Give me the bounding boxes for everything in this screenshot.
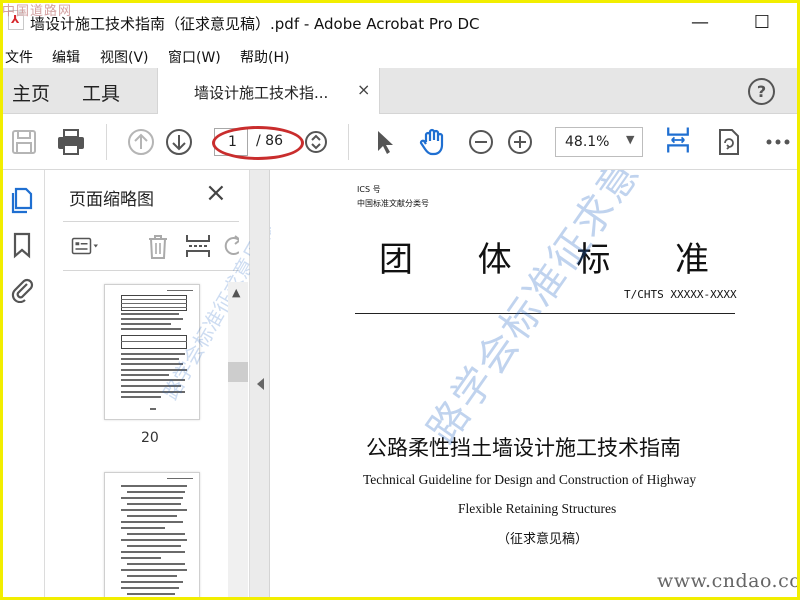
page-total: / 86 (256, 133, 283, 149)
heading-char: 团 (379, 240, 413, 280)
heading-char: 准 (674, 240, 709, 280)
draft-label: （征求意见稿） (497, 532, 589, 547)
collapse-panel-icon[interactable] (257, 378, 264, 390)
document-title-cn: 公路柔性挡土墙设计施工技术指南 (366, 436, 681, 460)
page-number-input[interactable] (214, 128, 248, 156)
minimize-button[interactable]: — (685, 8, 715, 38)
page-navigation-icon[interactable] (300, 126, 332, 158)
fit-width-icon[interactable] (662, 124, 694, 160)
scroll-up-icon[interactable]: ▲ (232, 286, 240, 299)
tab-tools[interactable]: 工具 (82, 79, 120, 106)
document-watermark: 路学会标准征求意见稿 (419, 170, 698, 453)
delete-icon[interactable] (143, 231, 173, 261)
tab-document[interactable]: 墙设计施工技术指... × (157, 68, 380, 114)
window-title: 墙设计施工技术指南（征求意见稿）.pdf - Adobe Acrobat Pro… (30, 15, 480, 33)
attachment-icon[interactable] (8, 275, 36, 303)
page-thumbnail[interactable] (104, 472, 200, 600)
save-icon[interactable] (8, 126, 40, 158)
menu-file[interactable]: 文件 (5, 47, 33, 67)
rotate-icon[interactable] (712, 126, 744, 158)
standard-code: T/CHTS XXXXX-XXXX (624, 288, 737, 301)
tab-home[interactable]: 主页 (12, 79, 50, 106)
tab-close-button[interactable]: × (357, 80, 370, 99)
document-title-en-line2: Flexible Retaining Structures (458, 501, 617, 516)
toolbar: / 86 48.1% ▼ (0, 114, 800, 170)
panel-splitter[interactable] (250, 170, 270, 600)
zoom-select[interactable]: 48.1% ▼ (555, 127, 643, 157)
maximize-button[interactable]: ☐ (747, 8, 777, 38)
thumbnail-panel: 页面缩略图 × 20 路学会标准征求意见稿 ▲ (45, 170, 279, 600)
previous-page-icon[interactable] (125, 126, 157, 158)
thumbnail-panel-title: 页面缩略图 (69, 190, 154, 210)
site-watermark: www.cndao.com (657, 570, 800, 592)
insert-page-icon[interactable] (183, 231, 213, 261)
document-title-en-line1: Technical Guideline for Design and Const… (363, 472, 697, 487)
page-thumbnails-icon[interactable] (8, 186, 36, 214)
toolbar-separator (106, 124, 107, 160)
zoom-in-icon[interactable] (504, 126, 536, 158)
left-rail (0, 170, 45, 600)
print-icon[interactable] (55, 126, 87, 158)
bookmark-icon[interactable] (8, 231, 36, 259)
next-page-icon[interactable] (163, 126, 195, 158)
hand-icon[interactable] (417, 126, 449, 158)
thumbnail-page-number: 20 (141, 430, 159, 446)
scrollbar-thumb[interactable] (228, 362, 248, 382)
zoom-value: 48.1% (565, 134, 610, 150)
more-icon[interactable] (762, 126, 794, 158)
document-view[interactable]: ICS 号 中国标准文献分类号 团 体 标 准 T/CHTS XXXXX-XXX… (271, 170, 800, 600)
select-arrow-icon[interactable] (368, 126, 400, 158)
tab-document-label: 墙设计施工技术指... (194, 84, 329, 102)
chevron-down-icon: ▼ (626, 133, 635, 146)
menu-edit[interactable]: 编辑 (52, 47, 80, 67)
toolbar-separator (348, 124, 349, 160)
thumbnail-toolbar (63, 221, 239, 271)
close-icon[interactable]: × (205, 180, 227, 206)
classification-number: 中国标准文献分类号 (357, 199, 429, 208)
heading-char: 体 (477, 240, 512, 280)
tab-bar: 主页 工具 墙设计施工技术指... × ? (0, 68, 800, 114)
help-icon[interactable]: ? (748, 78, 775, 105)
menu-window[interactable]: 窗口(W) (168, 47, 221, 67)
title-bar: ⅄ 中国道路网 墙设计施工技术指南（征求意见稿）.pdf - Adobe Acr… (0, 0, 800, 44)
thumbnail-options-icon[interactable] (71, 231, 111, 261)
ics-number: ICS 号 (357, 185, 381, 194)
thumbnail-scrollbar[interactable]: ▲ (228, 282, 248, 600)
menu-view[interactable]: 视图(V) (100, 47, 149, 67)
menu-bar: 文件 编辑 视图(V) 窗口(W) 帮助(H) (0, 44, 800, 68)
zoom-out-icon[interactable] (465, 126, 497, 158)
menu-help[interactable]: 帮助(H) (240, 47, 289, 67)
